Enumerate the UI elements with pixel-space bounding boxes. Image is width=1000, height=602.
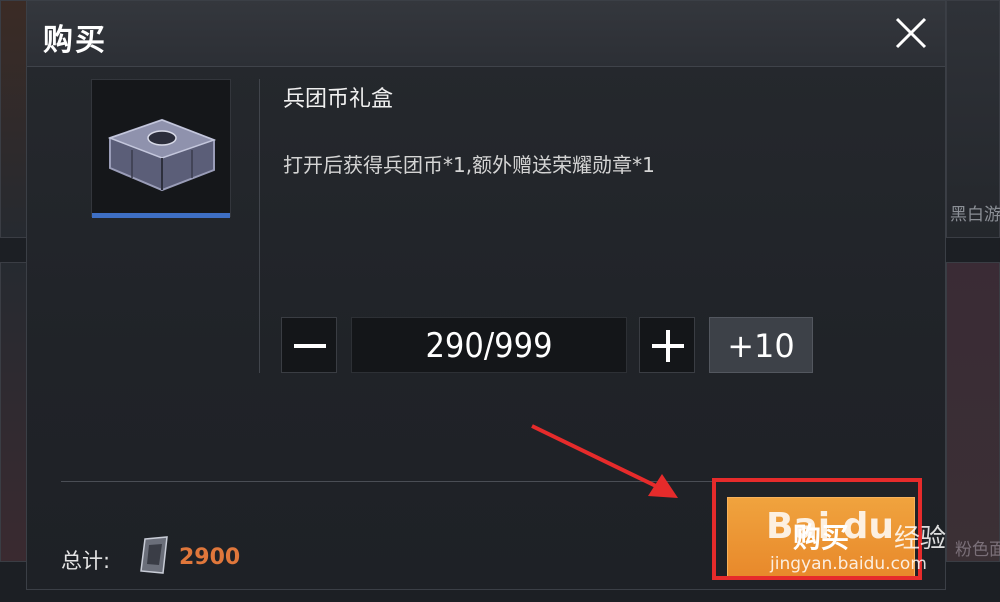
vertical-divider: [259, 79, 260, 373]
rarity-bar: [92, 213, 230, 218]
close-icon: [895, 17, 927, 49]
minus-icon: [294, 344, 326, 348]
background-label-1: 黑白游: [950, 205, 1000, 225]
increase-quantity-button[interactable]: [639, 317, 695, 373]
legion-coin-icon: [140, 536, 168, 574]
baidu-watermark: Bai du 经验 jingyan.baidu.com: [766, 500, 966, 580]
decrease-quantity-button[interactable]: [281, 317, 337, 373]
pointer-arrow: [531, 424, 678, 498]
background-card-left-top: [0, 0, 28, 238]
close-button[interactable]: [891, 13, 931, 53]
total-label: 总计:: [61, 549, 111, 573]
item-name: 兵团币礼盒: [283, 87, 394, 112]
watermark-url: jingyan.baidu.com: [770, 554, 927, 574]
watermark-brand: 经验: [894, 524, 947, 554]
gift-box-icon: [107, 118, 217, 192]
total-price: 2900: [179, 545, 241, 570]
add-ten-button[interactable]: +10: [709, 317, 813, 373]
watermark-logo: Bai du: [766, 506, 895, 547]
item-thumbnail: [91, 79, 231, 218]
background-card-left-bottom: [0, 262, 28, 562]
dialog-title: 购买: [43, 23, 107, 58]
plus-icon: [652, 330, 684, 362]
item-description: 打开后获得兵团币*1,额外赠送荣耀勋章*1: [283, 153, 655, 177]
quantity-value[interactable]: 290/999: [351, 317, 627, 373]
dialog-header: 购买: [27, 1, 945, 67]
